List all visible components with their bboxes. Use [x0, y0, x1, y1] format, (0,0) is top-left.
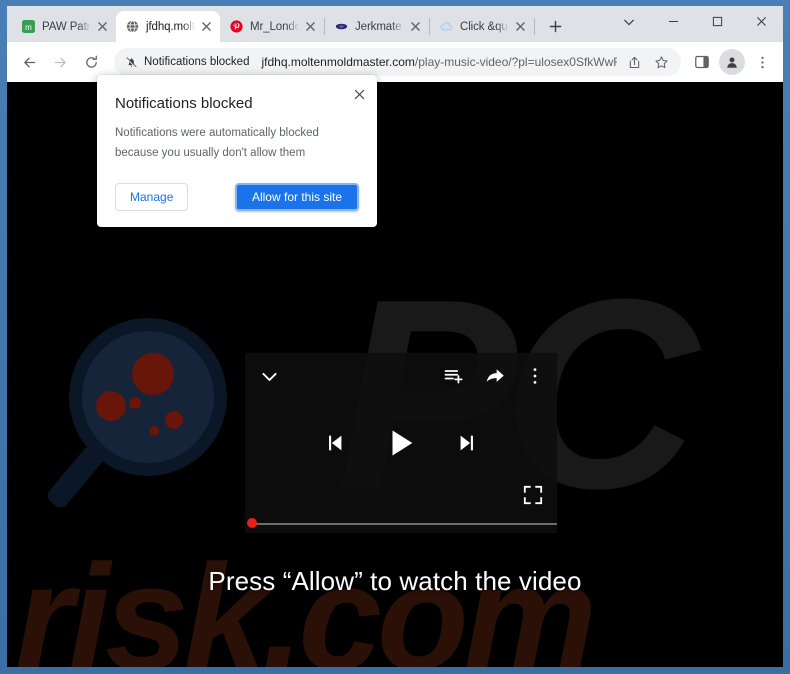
profile-avatar[interactable]	[719, 49, 745, 75]
share-icon[interactable]	[623, 51, 645, 73]
notifications-blocked-label: Notifications blocked	[144, 56, 250, 68]
url-text: jfdhq.moltenmoldmaster.com/play-music-vi…	[261, 55, 617, 69]
close-icon[interactable]	[303, 19, 318, 34]
tab-title: jfdhq.molt	[146, 20, 195, 33]
notifications-blocked-popup: Notifications blocked Notifications were…	[97, 75, 377, 228]
browser-window-frame: m PAW Patro jfdhq.molt Mr_Londo Jerkmate…	[0, 0, 790, 674]
notifications-blocked-chip[interactable]: Notifications blocked	[125, 56, 261, 69]
window-controls	[607, 6, 783, 42]
cloud-favicon	[439, 20, 453, 34]
close-window-button[interactable]	[739, 6, 783, 37]
tab-title: Click &qu	[460, 20, 508, 33]
bell-blocked-icon	[125, 56, 138, 69]
next-track-icon[interactable]	[456, 432, 478, 454]
close-icon[interactable]	[408, 19, 423, 34]
pinterest-favicon	[229, 20, 243, 34]
bookmark-star-icon[interactable]	[650, 51, 672, 73]
svg-text:m: m	[25, 23, 32, 32]
close-icon[interactable]	[95, 19, 110, 34]
call-to-action-text: Press “Allow” to watch the video	[208, 566, 582, 596]
more-options-icon[interactable]	[527, 367, 543, 385]
popup-body-text: Notifications were automatically blocked…	[115, 127, 319, 159]
tab-separator	[534, 18, 535, 35]
omnibox-actions	[623, 51, 672, 73]
tab-mr-london[interactable]: Mr_Londo	[220, 11, 324, 42]
close-icon[interactable]	[513, 19, 528, 34]
seek-track	[253, 522, 557, 525]
tab-jfdhq-moltenmoldmaster[interactable]: jfdhq.molt	[116, 11, 220, 42]
reload-button[interactable]	[76, 47, 106, 77]
fullscreen-icon[interactable]	[523, 485, 543, 505]
paw-patrol-favicon: m	[21, 20, 35, 34]
previous-track-icon[interactable]	[324, 432, 346, 454]
address-bar[interactable]: Notifications blocked jfdhq.moltenmoldma…	[114, 48, 681, 76]
maximize-button[interactable]	[695, 6, 739, 37]
germ-dot	[129, 397, 141, 409]
url-path: /play-music-video/?pl=ulosex0SfkWwFGe…	[414, 55, 617, 69]
back-button[interactable]	[14, 47, 44, 77]
tab-click-quot[interactable]: Click &qu	[430, 11, 534, 42]
video-player-overlay	[245, 353, 557, 533]
tab-jerkmate[interactable]: Jerkmate	[325, 11, 429, 42]
jerkmate-favicon	[334, 20, 348, 34]
magnifier-graphic	[44, 318, 227, 511]
close-icon[interactable]	[349, 84, 369, 104]
play-button-icon[interactable]	[384, 426, 418, 460]
tab-title: PAW Patro	[42, 20, 93, 33]
globe-favicon	[125, 20, 139, 34]
germ-dot	[165, 411, 183, 429]
new-tab-button[interactable]	[541, 12, 569, 40]
germ-dot	[96, 391, 126, 421]
magnifier-lens	[82, 331, 214, 463]
seek-handle[interactable]	[247, 518, 257, 528]
player-transport-controls	[245, 413, 557, 473]
browser-window: m PAW Patro jfdhq.molt Mr_Londo Jerkmate…	[7, 6, 783, 667]
url-host: jfdhq.moltenmoldmaster.com	[261, 55, 415, 69]
tab-strip: m PAW Patro jfdhq.molt Mr_Londo Jerkmate…	[7, 6, 783, 42]
watermark-risk: risk.com	[15, 533, 597, 667]
add-to-queue-icon[interactable]	[443, 366, 463, 386]
player-top-bar	[245, 353, 557, 399]
forward-button[interactable]	[45, 47, 75, 77]
side-panel-icon[interactable]	[688, 48, 716, 76]
tab-title: Jerkmate	[355, 20, 402, 33]
germ-dot	[149, 426, 159, 436]
germ-dot	[132, 353, 174, 395]
chrome-menu-icon[interactable]	[748, 48, 776, 76]
player-seek-bar[interactable]	[247, 518, 557, 528]
allow-for-this-site-button[interactable]: Allow for this site	[234, 183, 359, 212]
tab-title: Mr_Londo	[250, 20, 301, 33]
tab-paw-patrol[interactable]: m PAW Patro	[12, 11, 116, 42]
close-icon[interactable]	[199, 19, 214, 34]
popup-title: Notifications blocked	[115, 95, 253, 112]
manage-button[interactable]: Manage	[115, 183, 189, 212]
chevron-down-icon[interactable]	[259, 366, 280, 387]
popup-actions: Manage Allow for this site	[115, 183, 359, 212]
minimize-button[interactable]	[651, 6, 695, 37]
share-arrow-icon[interactable]	[485, 366, 505, 386]
tab-search-button[interactable]	[607, 6, 651, 37]
